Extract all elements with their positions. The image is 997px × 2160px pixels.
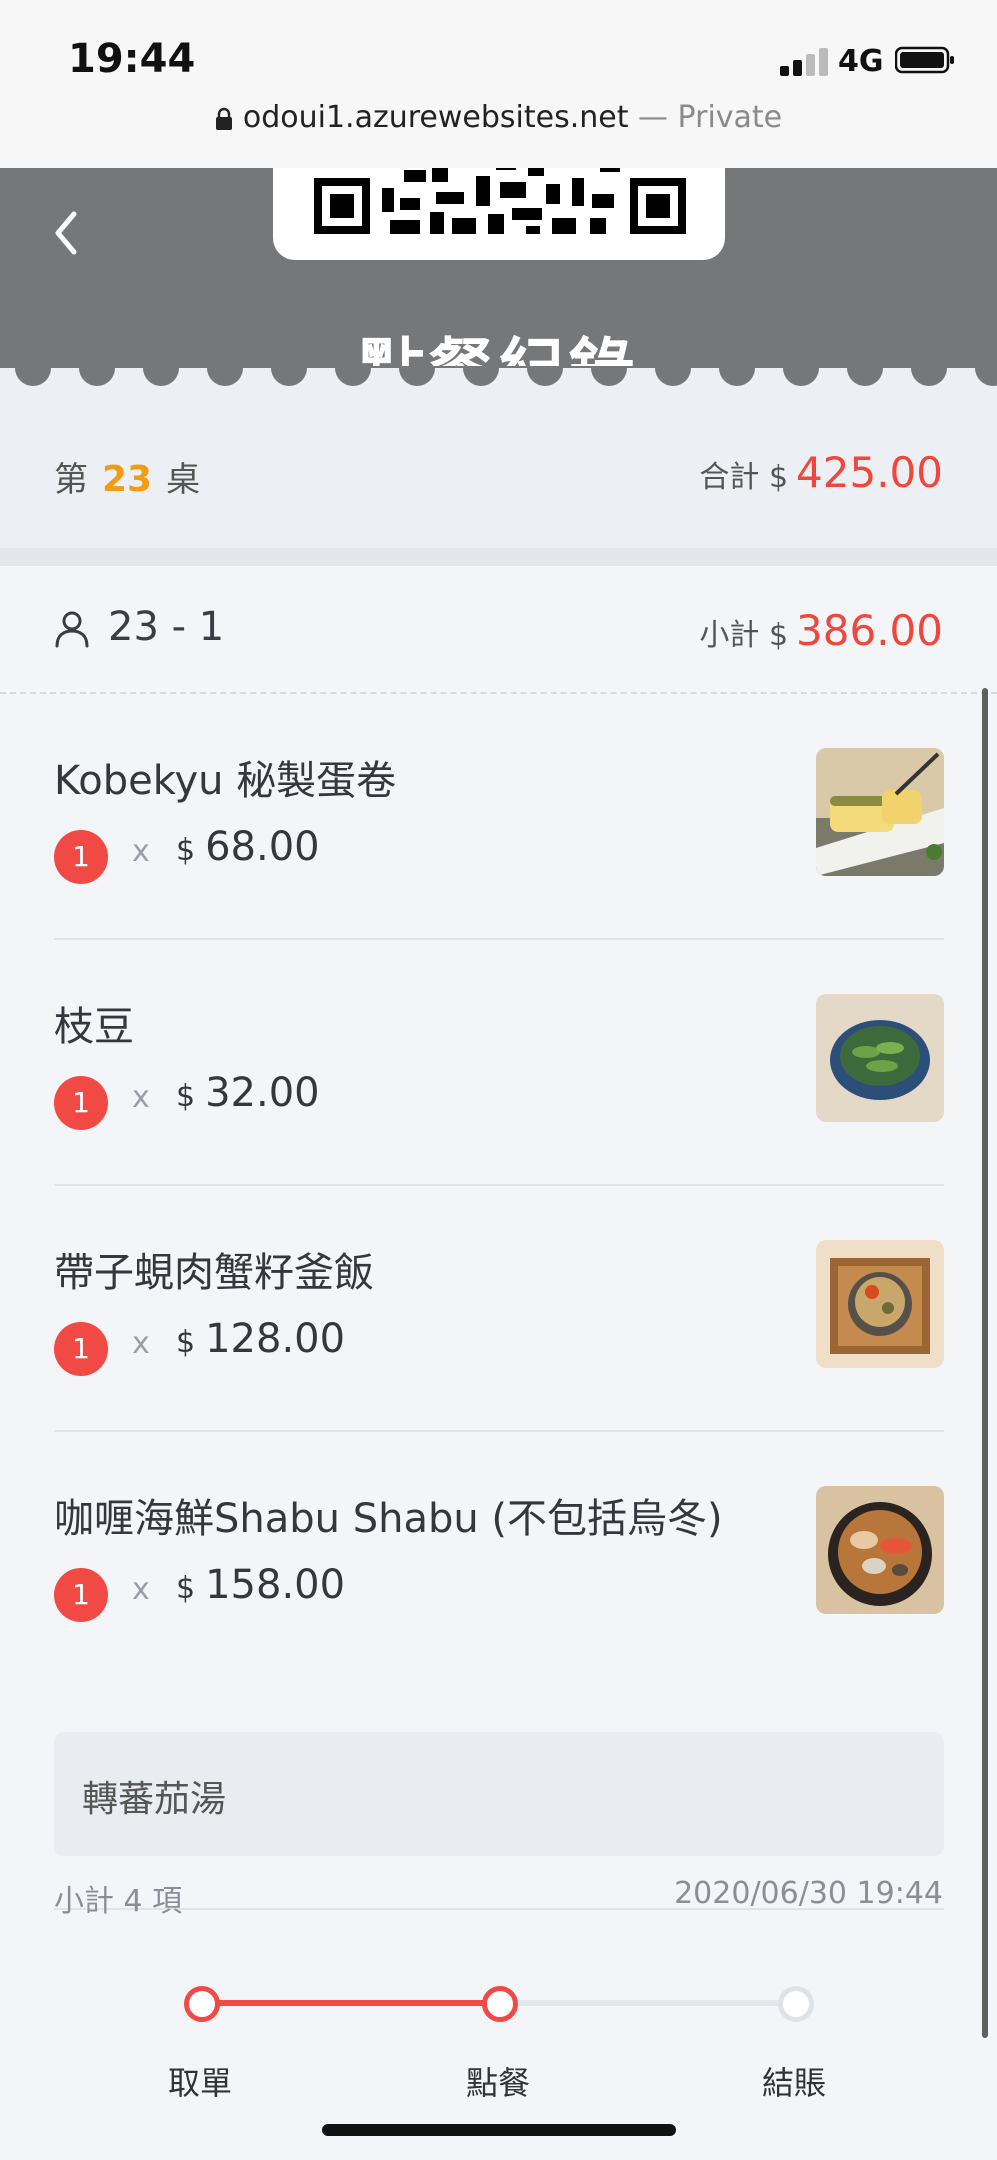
egg-roll-image xyxy=(816,748,944,876)
shabu-shabu-image xyxy=(816,1486,944,1614)
order-datetime: 2020/06/30 19:44 xyxy=(674,1876,943,1911)
total-label: 合計 $ xyxy=(699,460,789,495)
order-progress: 取單 點餐 結賬 xyxy=(0,1970,997,2110)
item-note: 轉蕃茄湯 xyxy=(54,1732,944,1856)
step-label-order[interactable]: 點餐 xyxy=(428,2058,568,2104)
times-sign: x xyxy=(132,1326,150,1361)
currency-symbol: $ xyxy=(176,833,196,868)
progress-line-pending xyxy=(500,2000,796,2006)
edamame-image xyxy=(816,994,944,1122)
currency-symbol: $ xyxy=(176,1079,196,1114)
signal-icon xyxy=(780,46,830,76)
section-divider xyxy=(0,548,997,566)
currency-symbol: $ xyxy=(176,1571,196,1606)
qr-code-icon xyxy=(314,168,686,234)
quantity-badge: 1 xyxy=(54,1568,108,1622)
order-item-list: Kobekyu 秘製蛋卷 1 x $68.00 枝豆 1 x $32.00 帶子… xyxy=(54,694,944,1910)
home-indicator[interactable] xyxy=(322,2124,676,2136)
item-name: 帶子蜆肉蟹籽釜飯 xyxy=(54,1250,374,1296)
guest-subtotal: 小計 $386.00 xyxy=(699,606,943,655)
step-dot-checkout xyxy=(778,1986,814,2022)
step-label-pickup[interactable]: 取單 xyxy=(130,2058,270,2104)
qr-code-card xyxy=(273,168,725,260)
subtotal-label: 小計 $ xyxy=(699,618,789,653)
progress-line-done xyxy=(200,2000,500,2006)
guest-label: 23 - 1 xyxy=(108,604,225,650)
order-item[interactable]: 枝豆 1 x $32.00 xyxy=(54,940,944,1186)
guest-row: 23 - 1 小計 $386.00 xyxy=(0,566,997,694)
item-count: 小計 4 項 xyxy=(54,1884,183,1919)
user-icon xyxy=(55,611,89,648)
item-name: Kobekyu 秘製蛋卷 xyxy=(54,758,397,804)
note-text: 轉蕃茄湯 xyxy=(82,1779,227,1820)
currency-symbol: $ xyxy=(176,1325,196,1360)
table-number: 23 xyxy=(102,459,153,500)
table-label: 第 23 桌 xyxy=(54,452,200,501)
item-name: 咖喱海鮮Shabu Shabu (不包括烏冬) xyxy=(54,1496,723,1542)
item-name: 枝豆 xyxy=(54,1004,134,1050)
quantity-badge: 1 xyxy=(54,1322,108,1376)
url-domain: odoui1.azurewebsites.net xyxy=(242,100,629,135)
quantity-badge: 1 xyxy=(54,830,108,884)
subtotal-value: 386.00 xyxy=(796,606,943,655)
total-value: 425.00 xyxy=(796,448,943,497)
price-value: 32.00 xyxy=(205,1070,320,1116)
order-item[interactable]: 咖喱海鮮Shabu Shabu (不包括烏冬) 1 x $158.00 轉蕃茄湯 xyxy=(54,1432,944,1910)
item-price: $158.00 xyxy=(176,1562,345,1608)
times-sign: x xyxy=(132,1080,150,1115)
kamameshi-image xyxy=(816,1240,944,1368)
item-price: $68.00 xyxy=(176,824,320,870)
quantity-badge: 1 xyxy=(54,1076,108,1130)
scrollbar[interactable] xyxy=(982,688,988,2038)
table-summary: 第 23 桌 合計 $425.00 xyxy=(0,398,997,568)
grand-total: 合計 $425.00 xyxy=(699,448,943,497)
table-suffix: 桌 xyxy=(166,460,201,500)
lock-icon xyxy=(215,107,232,130)
clock: 19:44 xyxy=(68,36,196,82)
table-prefix: 第 xyxy=(54,460,88,500)
price-value: 68.00 xyxy=(205,824,320,870)
price-value: 128.00 xyxy=(205,1316,346,1362)
item-price: $32.00 xyxy=(176,1070,320,1116)
back-arrow-icon[interactable] xyxy=(48,208,88,258)
times-sign: x xyxy=(132,834,150,869)
page-header: 點餐紀錄 xyxy=(0,168,997,398)
price-value: 158.00 xyxy=(205,1562,346,1608)
times-sign: x xyxy=(132,1572,150,1607)
battery-icon xyxy=(895,46,954,74)
step-dot-order xyxy=(482,1986,518,2022)
network-type: 4G xyxy=(838,44,884,79)
address-bar[interactable]: odoui1.azurewebsites.net — Private xyxy=(0,100,997,135)
status-bar: 19:44 4G odoui1.azurewebsites.net — Priv… xyxy=(0,0,997,168)
step-dot-pickup xyxy=(184,1986,220,2022)
private-label: — Private xyxy=(628,100,783,135)
order-item[interactable]: Kobekyu 秘製蛋卷 1 x $68.00 xyxy=(54,694,944,940)
order-item[interactable]: 帶子蜆肉蟹籽釜飯 1 x $128.00 xyxy=(54,1186,944,1432)
step-label-checkout[interactable]: 結賬 xyxy=(724,2058,864,2104)
item-price: $128.00 xyxy=(176,1316,345,1362)
